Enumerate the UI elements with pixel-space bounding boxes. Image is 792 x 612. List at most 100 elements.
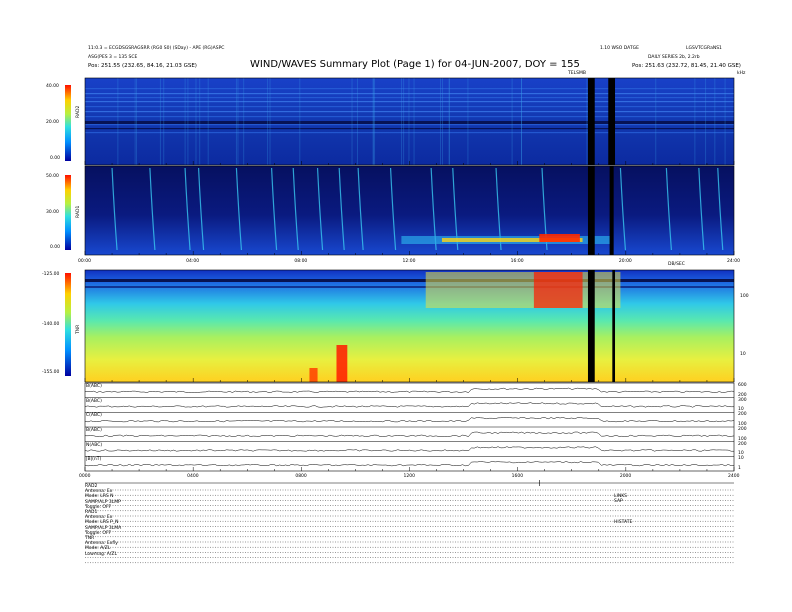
data-gap xyxy=(587,166,595,255)
tnr-burst-low xyxy=(309,368,318,382)
rad1-panel xyxy=(84,165,735,256)
tnr-cbar-tick-0: -125.00 xyxy=(42,272,60,277)
rad1-colorbar xyxy=(65,175,71,250)
trace-label: B(ABC) xyxy=(86,428,102,433)
data-gap xyxy=(608,78,616,165)
rad2-cbar-tick-0: 40.00 xyxy=(46,84,59,89)
rad2-streak xyxy=(440,78,441,165)
rad2-streak xyxy=(135,78,137,165)
rad2-streak xyxy=(521,78,522,165)
rad2-streak xyxy=(117,78,119,165)
trace-label: B(ABC) xyxy=(86,384,102,389)
rad2-streak xyxy=(237,78,239,165)
rad2-stripe xyxy=(85,111,734,113)
rad2-streak xyxy=(724,78,726,165)
tnr-ylabel: TNR xyxy=(76,324,81,334)
rad2-streak xyxy=(403,78,405,165)
rad1-cbar-tick-1: 30.00 xyxy=(46,210,59,215)
data-gap xyxy=(587,78,595,165)
rad2-stripe xyxy=(85,121,734,124)
rad2-streak xyxy=(187,78,189,165)
rad2-streak xyxy=(655,78,657,165)
trace-x-tick-label: 1600 xyxy=(511,474,524,479)
rad1-ylabel: RAD1 xyxy=(76,205,81,218)
trace-x-tick-label: 2000 xyxy=(619,474,632,479)
trace-right-tick: 200 xyxy=(738,441,747,447)
rad1-x-tick-label: 24:00 xyxy=(727,259,740,264)
rad2-streak xyxy=(269,78,271,165)
tnr-burst-low xyxy=(336,345,348,382)
rad2-streak xyxy=(694,78,696,165)
trace-x-tick-label: 0800 xyxy=(295,474,307,479)
rad2-stripe xyxy=(85,128,734,130)
trace-right-tick: 200 xyxy=(738,427,747,432)
rad2-streak xyxy=(351,78,353,165)
trace-right-tick: 600 xyxy=(738,383,747,388)
trace-x-tick-label: 1200 xyxy=(403,474,415,479)
trace-label: N(ABC) xyxy=(86,442,103,448)
trace-x-tick-label: 0400 xyxy=(187,474,199,479)
rad1-x-tick-label: 20:00 xyxy=(618,259,632,264)
footer-line: Lowmag: A/ZL xyxy=(85,551,117,557)
trace-right-tick: 200 xyxy=(738,412,747,418)
rad2-stripe xyxy=(85,88,734,90)
rad2-streak xyxy=(374,78,376,165)
rad2-streak xyxy=(448,78,450,165)
rad2-streak xyxy=(408,78,410,165)
rad2-stripe xyxy=(85,97,734,99)
trace-right-tick: 300 xyxy=(738,397,747,403)
data-gap xyxy=(587,270,595,382)
tnr-activity-peak xyxy=(533,272,583,308)
tnr-cbar-tick-2: -155.00 xyxy=(42,370,60,375)
rad2-stripe xyxy=(85,101,734,103)
rad2-streak xyxy=(373,78,375,165)
rad2-streak xyxy=(184,78,186,165)
trace-right-tick: 10 xyxy=(738,456,744,462)
rad2-streak xyxy=(243,78,245,165)
trace-x-tick-label: 2400 xyxy=(728,474,740,479)
rad1-x-tick-label: 12:00 xyxy=(402,259,416,264)
data-gap xyxy=(612,270,616,382)
tnr-dark-line xyxy=(85,279,734,282)
rad1-cbar-tick-2: 0.00 xyxy=(50,245,61,250)
summary-plot xyxy=(65,77,735,563)
rad2-streak xyxy=(401,78,403,165)
trace-label: |B|(nT) xyxy=(86,457,102,463)
rad2-streak xyxy=(511,78,513,165)
trace-label: C(ABC) xyxy=(86,413,102,419)
rad2-streak xyxy=(235,78,237,165)
rad2-streak xyxy=(442,78,443,165)
tnr-right-tick-1: 10 xyxy=(740,352,746,357)
tnr-colorbar xyxy=(65,273,71,376)
rad2-streak xyxy=(705,78,707,165)
rad2-stripe xyxy=(85,116,734,118)
rad1-x-tick-label: 08:00 xyxy=(294,259,308,264)
tnr-cbar-tick-1: -140.00 xyxy=(42,322,60,327)
rad1-x-tick-label: 04:00 xyxy=(186,259,200,264)
rad2-streak xyxy=(714,78,716,165)
rad2-streak xyxy=(586,78,588,165)
rad2-stripe xyxy=(85,93,734,95)
rad2-streak xyxy=(159,78,161,165)
data-gap xyxy=(609,166,614,255)
trace-right-tick: 1 xyxy=(738,466,741,471)
rad1-x-tick-label: 16:00 xyxy=(510,259,524,264)
trace-panel xyxy=(84,382,735,472)
rad2-ylabel: RAD2 xyxy=(76,105,81,118)
tnr-right-tick-0: 100 xyxy=(740,294,749,299)
footer-right-line: SAP xyxy=(614,499,623,504)
tnr-panel xyxy=(84,269,735,383)
footer-right-line: HISTATE xyxy=(614,520,633,525)
rad2-stripe xyxy=(85,124,734,126)
trace-x-tick-label: 0000 xyxy=(79,474,91,479)
rad2-panel xyxy=(84,77,735,166)
tnr-dark-line xyxy=(85,286,734,288)
rad2-cbar-tick-1: 20.00 xyxy=(46,120,59,125)
rad2-streak xyxy=(207,78,209,165)
rad1-cbar-tick-0: 50.00 xyxy=(46,174,59,179)
rad2-colorbar xyxy=(65,85,71,161)
rad2-stripe xyxy=(85,106,734,108)
rad2-streak xyxy=(199,78,201,165)
rad2-stripe xyxy=(85,132,734,134)
rad2-streak xyxy=(163,78,165,165)
